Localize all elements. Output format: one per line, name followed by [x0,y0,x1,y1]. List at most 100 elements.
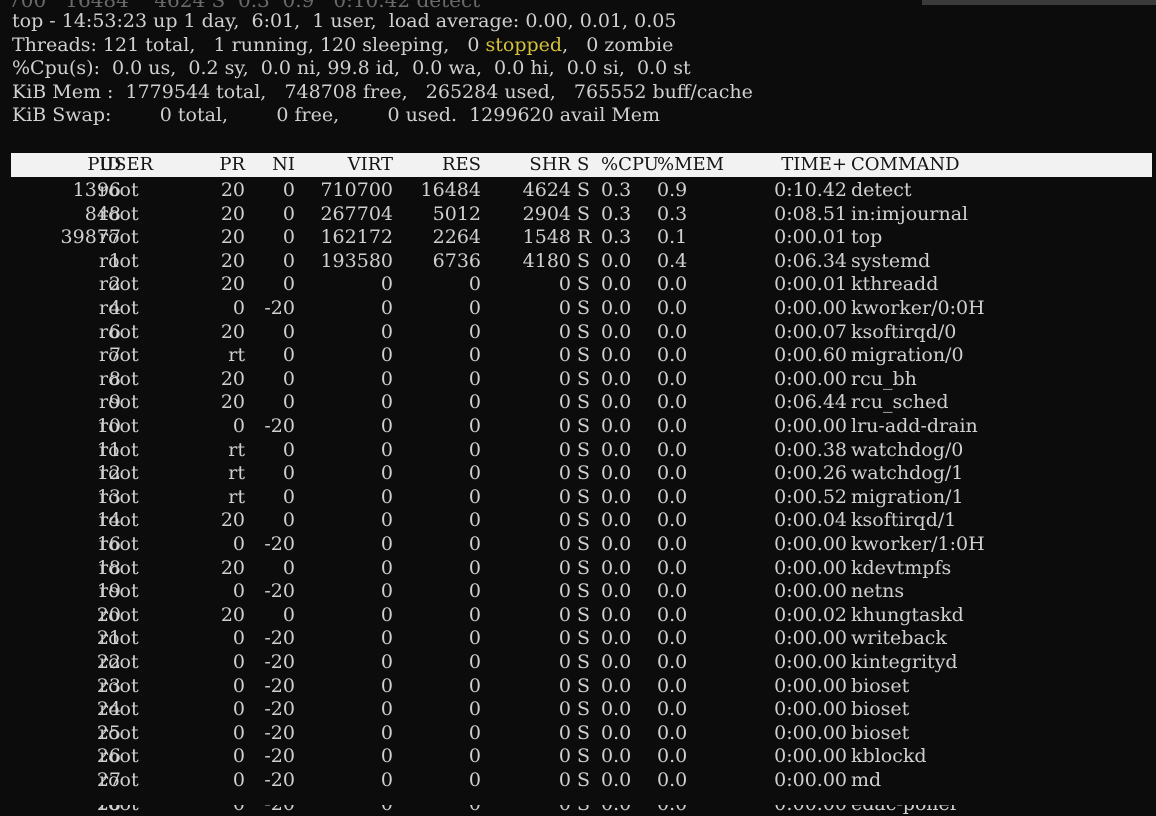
res-cell: 0 [468,367,481,390]
priority-cell: rt [228,462,245,485]
nice-cell: -20 [264,698,295,721]
cpu-cell: 0.0 [601,769,632,791]
shr-cell: 4180 [522,249,571,272]
col-pr: PR [219,154,245,175]
shr-cell: 2904 [522,202,571,225]
shr-cell: 0 [558,344,571,367]
time-cell: 0:00.60 [774,344,847,367]
time-cell: 0:00.00 [774,674,847,697]
priority-cell: 0 [232,698,245,721]
priority-cell: 0 [232,415,245,437]
stopped-label: stopped [485,33,563,56]
priority-cell: 20 [220,603,245,626]
mem-cell: 0.0 [657,509,688,532]
priority-cell: 0 [232,580,245,603]
mem-cell: 0.9 [657,179,688,201]
state-cell: S [577,438,591,461]
table-row: 39877 root 20 0 162172 2264 1548 R 0.3 0.1 0:00.01… [11,225,1152,249]
virt-cell: 710700 [320,179,393,201]
priority-cell: 0 [232,651,245,673]
shr-cell: 0 [558,556,571,579]
priority-cell: 0 [232,674,245,697]
priority-cell: 20 [220,249,245,272]
nice-cell: -20 [264,651,295,673]
mem-cell: 0.0 [657,674,688,697]
res-cell: 16484 [420,179,481,201]
state-cell: R [577,226,592,249]
virt-cell: 0 [380,533,393,555]
virt-cell: 193580 [320,249,393,272]
command-cell: watchdog/0 [851,438,964,461]
res-cell: 0 [468,556,481,579]
mem-cell: 0.0 [657,721,688,744]
mem-cell: 0.0 [657,273,688,296]
cpu-cell: 0.0 [601,485,632,508]
nice-cell: -20 [264,674,295,697]
cpu-cell: 0.0 [601,249,632,272]
command-cell: migration/0 [851,344,964,367]
user-cell: root [99,769,139,791]
res-cell: 5012 [432,202,481,225]
command-cell: kworker/0:0H [851,297,985,319]
res-cell: 0 [468,603,481,626]
res-cell: 0 [468,627,481,650]
table-row: 18 root 20 0 0 0 0 S 0.0 0.0 0:00.00 kdevtmpfs [11,556,1152,580]
time-cell: 0:00.26 [774,462,847,485]
virt-cell: 0 [380,556,393,579]
virt-cell: 0 [380,391,393,414]
nice-cell: -20 [264,533,295,555]
time-cell: 0:00.00 [774,556,847,579]
cpu-cell: 0.0 [601,415,632,437]
priority-cell: 20 [220,367,245,390]
priority-cell: 20 [220,320,245,343]
state-cell: S [577,344,591,367]
command-cell: ksoftirqd/0 [851,320,957,343]
time-cell: 0:00.04 [774,509,847,532]
res-cell: 0 [468,533,481,555]
cpu-cell: 0.0 [601,367,632,390]
priority-cell: 20 [220,202,245,225]
priority-cell: 20 [220,226,245,249]
shr-cell: 0 [558,438,571,461]
table-row: 11 root rt 0 0 0 0 S 0.0 0.0 0:00.38 watchdog/0 [11,438,1152,462]
shr-cell: 1548 [522,226,571,249]
table-row: 20 root 20 0 0 0 0 S 0.0 0.0 0:00.02 khungtaskd [11,603,1152,627]
time-cell: 0:00.02 [774,603,847,626]
cpu-cell: 0.0 [601,651,632,673]
state-cell: S [577,651,591,673]
shr-cell: 0 [558,320,571,343]
mem-cell: 0.0 [657,745,688,768]
cpu-cell: 0.0 [601,438,632,461]
shr-cell: 0 [558,745,571,768]
cpu-cell: 0.0 [601,556,632,579]
virt-cell: 0 [380,367,393,390]
time-cell: 0:06.34 [774,249,847,272]
table-row: 12 root rt 0 0 0 0 S 0.0 0.0 0:00.26 watchdog/1 [11,461,1152,485]
nice-cell: -20 [264,415,295,437]
shr-cell: 0 [558,698,571,721]
time-cell: 0:00.00 [774,627,847,650]
time-cell: 0:00.38 [774,438,847,461]
mem-cell: 0.0 [657,580,688,603]
user-cell: root [99,415,139,437]
mem-cell: 0.0 [657,698,688,721]
user-cell: root [99,273,139,296]
command-cell: rcu_bh [851,367,917,390]
user-cell: root [99,485,139,508]
command-cell: ksoftirqd/1 [851,509,957,532]
command-cell: netns [851,580,905,603]
nice-cell: 0 [282,603,295,626]
mem-cell: 0.0 [657,391,688,414]
table-row: 27 root 0 -20 0 0 0 S 0.0 0.0 0:00.00 md [11,768,1152,792]
res-cell: 0 [468,674,481,697]
cpu-cell: 0.3 [601,202,632,225]
cpu-cell: 0.0 [601,273,632,296]
scrollbar[interactable] [922,0,1156,5]
res-cell: 0 [468,651,481,673]
nice-cell: 0 [282,367,295,390]
res-cell: 0 [468,721,481,744]
shr-cell: 0 [558,674,571,697]
cpu-cell: 0.3 [601,179,632,201]
command-cell: kblockd [851,745,927,768]
nice-cell: 0 [282,273,295,296]
